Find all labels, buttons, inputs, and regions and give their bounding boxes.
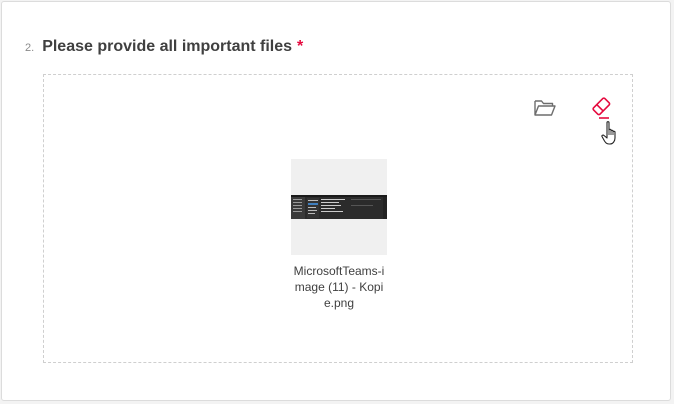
- open-files-button[interactable]: [531, 94, 559, 122]
- required-marker: *: [297, 38, 304, 55]
- file-dropzone[interactable]: MicrosoftTeams-image (11) - Kopie.png: [43, 74, 633, 363]
- hand-cursor-icon: [601, 121, 616, 145]
- screenshot-thumbnail: [291, 159, 387, 255]
- question-number: 2.: [25, 42, 35, 54]
- question-header: 2. Please provide all important files *: [25, 38, 303, 56]
- clear-files-button[interactable]: [587, 94, 615, 122]
- question-title: Please provide all important files: [42, 38, 293, 55]
- folder-open-icon: [534, 100, 556, 116]
- file-name: MicrosoftTeams-image (11) - Kopie.png: [293, 264, 385, 310]
- file-thumbnail: [291, 159, 387, 255]
- file-item[interactable]: MicrosoftTeams-image (11) - Kopie.png: [291, 159, 387, 311]
- question-card: 2. Please provide all important files *: [1, 1, 671, 401]
- eraser-icon: [592, 97, 611, 119]
